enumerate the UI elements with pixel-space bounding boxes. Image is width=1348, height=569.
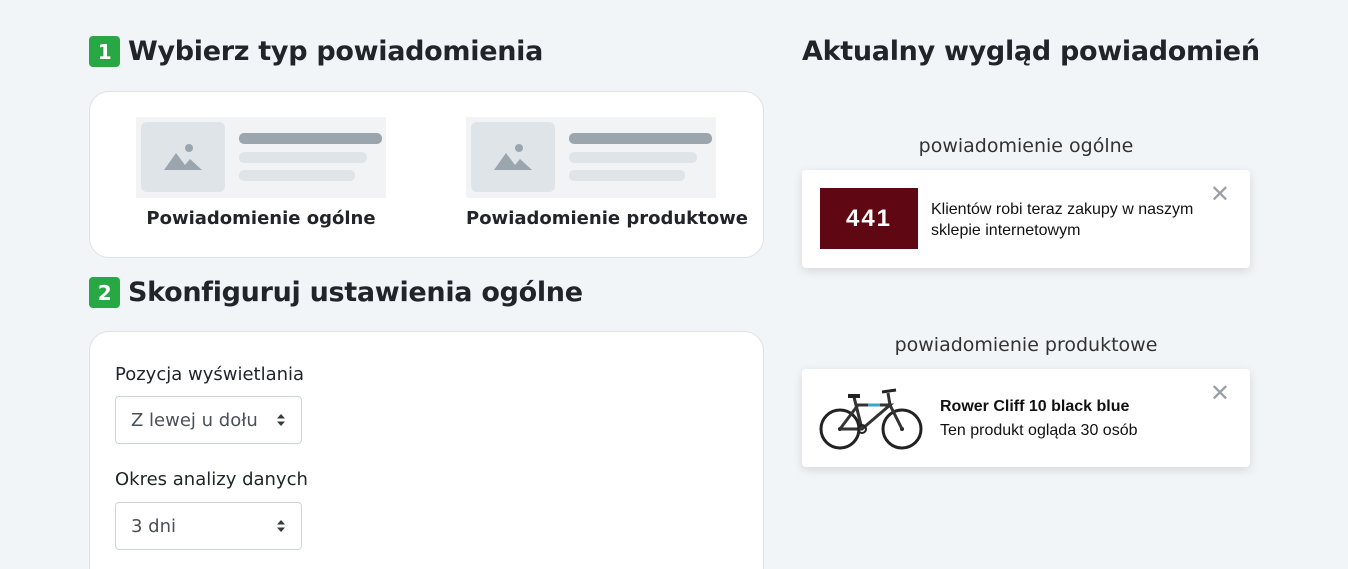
- step2-number-badge: 2: [89, 277, 120, 308]
- general-settings-card: Pozycja wyświetlania Z lewej u dołu Okre…: [89, 331, 764, 569]
- notification-type-card: Powiadomienie ogólne Powiadomienie produ…: [89, 91, 764, 258]
- close-icon[interactable]: ✕: [1210, 379, 1230, 407]
- visitor-counter: 441: [820, 188, 918, 249]
- position-label: Pozycja wyświetlania: [115, 364, 305, 385]
- type-label-general: Powiadomienie ogólne: [146, 208, 376, 229]
- select-arrows-icon: [277, 520, 285, 532]
- type-label-product: Powiadomienie produktowe: [466, 208, 748, 229]
- close-icon[interactable]: ✕: [1210, 180, 1230, 208]
- general-notification-text: Klientów robi teraz zakupy w naszym skle…: [931, 201, 1194, 239]
- general-notification-preview: 441 Klientów robi teraz zakupy w naszym …: [802, 170, 1250, 268]
- select-arrows-icon: [277, 414, 285, 426]
- image-placeholder-icon: [141, 122, 225, 192]
- step2-title: Skonfiguruj ustawienia ogólne: [128, 277, 583, 308]
- position-select-value: Z lewej u dołu: [131, 409, 258, 431]
- period-select-value: 3 dni: [131, 515, 177, 537]
- product-viewers-text: Ten produkt ogląda 30 osób: [940, 422, 1138, 439]
- period-select[interactable]: 3 dni: [115, 502, 302, 550]
- product-notification-thumbnail: [466, 117, 716, 198]
- general-preview-caption: powiadomienie ogólne: [918, 135, 1134, 157]
- general-notification-thumbnail: [136, 117, 386, 198]
- image-placeholder-icon: [471, 122, 555, 192]
- product-notification-preview: Rower Cliff 10 black blue Ten produkt og…: [802, 369, 1250, 467]
- step2-heading: 2 Skonfiguruj ustawienia ogólne: [89, 277, 583, 308]
- step1-title: Wybierz typ powiadomienia: [128, 36, 544, 67]
- period-label: Okres analizy danych: [115, 469, 308, 490]
- product-preview-caption: powiadomienie produktowe: [894, 334, 1158, 356]
- bicycle-icon: [819, 388, 923, 450]
- step1-number-badge: 1: [89, 36, 120, 67]
- preview-title: Aktualny wygląd powiadomień: [802, 36, 1260, 67]
- type-option-product[interactable]: Powiadomienie produktowe: [466, 117, 748, 229]
- product-name: Rower Cliff 10 black blue: [940, 398, 1130, 415]
- type-option-general[interactable]: Powiadomienie ogólne: [136, 117, 386, 229]
- step1-heading: 1 Wybierz typ powiadomienia: [89, 36, 543, 67]
- position-select[interactable]: Z lewej u dołu: [115, 396, 302, 444]
